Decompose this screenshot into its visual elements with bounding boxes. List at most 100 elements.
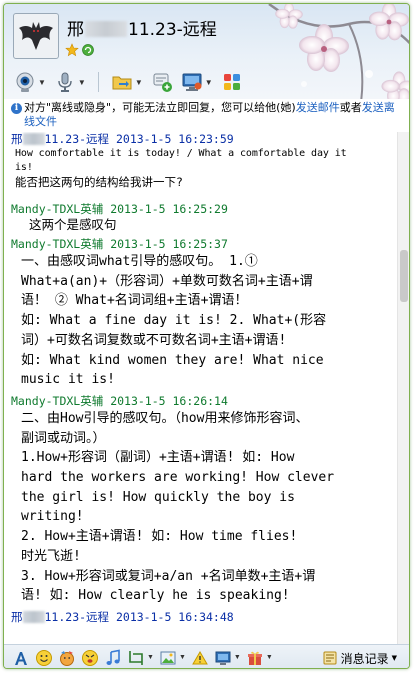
multi-send-icon[interactable] [191, 649, 209, 667]
message-line: How comfortable it is today! / What a co… [15, 148, 347, 159]
apps-icon [221, 71, 243, 93]
message-timestamp: 2013-1-5 16:34:48 [115, 609, 234, 624]
video-call-icon [14, 71, 36, 93]
screenshot-icon[interactable] [127, 649, 145, 667]
message-item: Mandy-TDXL英辅 2013-1-5 16:26:14 二、由How引导的… [11, 394, 397, 606]
emoticon-icon[interactable] [35, 649, 53, 667]
message-item: Mandy-TDXL英辅 2013-1-5 16:25:37 一、由感叹词wha… [11, 237, 397, 390]
message-line: 语! 如: How clearly he is speaking! [21, 588, 290, 604]
sender-name: Mandy-TDXL英辅 [11, 393, 104, 408]
message-line: 副词或动词。） [21, 430, 106, 446]
message-line: 3. How+形容词或复词+a/an +名词单数+主语+谓 [21, 568, 316, 584]
chevron-down-icon[interactable]: ▼ [78, 78, 86, 87]
top-toolbar: ▼ ▼ ▼ ▼ [12, 69, 245, 95]
message-history-button[interactable]: 消息记录 ▼ [322, 649, 397, 667]
voice-call-icon [54, 71, 76, 93]
message-text: 一、由感叹词what引导的感叹句。 1.① What+a(an)+（形容词）+单… [11, 252, 397, 390]
invite-chat-button[interactable] [149, 70, 175, 94]
apps-button[interactable] [219, 70, 245, 94]
scrollbar-thumb[interactable] [400, 250, 408, 302]
sender-redacted [22, 133, 45, 145]
message-line: 语！ ② What+名词词组+主语+谓语！ [21, 293, 248, 309]
sender-name: Mandy-TDXL英辅 [11, 202, 104, 216]
sender-name-prefix: 邢 [11, 609, 23, 624]
message-line: What+a(an)+（形容词）+单数可数名词+主语+谓 [21, 273, 313, 289]
info-icon: i [11, 103, 22, 114]
message-line: writing! [21, 509, 84, 525]
offline-notice: i 对方"离线或隐身"，可能无法立即回复，您可以给他(她)发送邮件或者发送离线文… [10, 101, 405, 131]
remote-desktop-icon [181, 71, 203, 93]
message-header: 邢 11.23-远程 2013-1-5 16:23:59 [11, 132, 397, 147]
chevron-down-icon[interactable]: ▼ [147, 654, 154, 661]
file-transfer-icon [111, 71, 133, 93]
message-line: is! [15, 162, 33, 173]
message-item: 邢 11.23-远程 2013-1-5 16:23:59 How comforta… [11, 132, 397, 190]
remote-desktop-button[interactable]: ▼ [179, 70, 215, 94]
status-icons [65, 43, 95, 57]
message-line: 能否把这两句的结构给我讲一下? [15, 175, 183, 189]
magic-emoticon-icon[interactable] [58, 649, 76, 667]
message-text: 这两个是感叹句 [11, 217, 397, 233]
remote-assist-icon[interactable] [214, 649, 232, 667]
sender-redacted [22, 610, 45, 623]
chevron-down-icon[interactable]: ▼ [135, 78, 143, 87]
message-line: 二、由How引导的感叹句。（how用来修饰形容词、 [21, 410, 309, 426]
online-status-icon[interactable] [81, 43, 95, 57]
message-scrollbar[interactable] [397, 132, 409, 644]
input-toolbar: ▼ ▼ ▼ ▼ 消息记录 ▼ [4, 644, 409, 668]
toolbar-divider [97, 72, 99, 92]
message-line: music it is! [21, 372, 115, 388]
message-line: hard the workers are working! How clever [21, 470, 335, 486]
message-header: Mandy-TDXL英辅 2013-1-5 16:25:37 [11, 237, 397, 252]
notice-or-text: 或者 [339, 101, 362, 114]
chevron-down-icon[interactable]: ▼ [392, 654, 397, 662]
title-suffix: 11.23-远程 [128, 20, 217, 40]
video-call-button[interactable]: ▼ [12, 70, 48, 94]
message-line: 这两个是感叹句 [29, 217, 117, 232]
header-blossom-decoration [268, 4, 409, 99]
message-timestamp: 2013-1-5 16:25:37 [110, 237, 228, 251]
send-email-link[interactable]: 发送邮件 [296, 101, 340, 114]
message-text: 二、由How引导的感叹句。（how用来修饰形容词、 副词或动词。） 1.How+… [11, 409, 397, 606]
invite-chat-icon [151, 71, 173, 93]
message-header: Mandy-TDXL英辅 2013-1-5 16:25:29 [11, 202, 397, 217]
message-line: 词）+可数名词复数或不可数名词+主语+谓语! [21, 332, 287, 348]
message-timestamp: 2013-1-5 16:25:29 [110, 202, 228, 216]
message-line: 时光飞逝! [21, 548, 81, 564]
message-header: 邢 11.23-远程 2013-1-5 16:34:48 [11, 610, 397, 625]
message-line: 如: What a fine day it is! 2. What+(形容 [21, 313, 327, 329]
sender-name-suffix: 11.23-远程 [44, 132, 110, 146]
message-line: 2. How+主语+谓语! 如: How time flies! [21, 529, 298, 545]
message-text: How comfortable it is today! / What a co… [11, 147, 397, 175]
title-redacted [85, 21, 127, 37]
chevron-down-icon[interactable]: ▼ [38, 78, 46, 87]
chevron-down-icon[interactable]: ▼ [179, 654, 186, 661]
gift-icon[interactable] [246, 649, 264, 667]
history-icon [322, 650, 338, 666]
contact-title: 邢 11.23-远程 [67, 15, 217, 40]
sender-name-prefix: 邢 [11, 132, 23, 146]
chat-window: 邢 11.23-远程 ▼ ▼ ▼ ▼ i 对方"离线或隐身"，可能无法立即回复，… [3, 3, 410, 669]
message-line: 1.How+形容词（副词）+主语+谓语! 如: How [21, 450, 295, 466]
message-history[interactable]: 邢 11.23-远程 2013-1-5 16:23:59 How comforta… [4, 132, 397, 644]
sender-name: Mandy-TDXL英辅 [11, 237, 104, 251]
message-line: 一、由感叹词what引导的感叹句。 1.① [21, 254, 258, 269]
message-item: Mandy-TDXL英辅 2013-1-5 16:25:29 这两个是感叹句 [11, 202, 397, 233]
font-icon[interactable] [12, 649, 30, 667]
contact-avatar[interactable] [13, 13, 59, 59]
music-icon[interactable] [104, 649, 122, 667]
history-label: 消息记录 [340, 651, 389, 666]
chevron-down-icon[interactable]: ▼ [234, 654, 241, 661]
bat-avatar-icon [19, 22, 53, 50]
notice-text: 对方"离线或隐身"，可能无法立即回复，您可以给他(她) [24, 101, 296, 114]
voice-call-button[interactable]: ▼ [52, 70, 88, 94]
star-level-icon[interactable] [65, 43, 79, 57]
chat-header: 邢 11.23-远程 ▼ ▼ ▼ ▼ [4, 4, 409, 99]
nudge-icon[interactable] [81, 649, 99, 667]
image-icon[interactable] [159, 649, 177, 667]
message-item: 邢 11.23-远程 2013-1-5 16:34:48 [11, 610, 397, 625]
chevron-down-icon[interactable]: ▼ [205, 78, 213, 87]
file-transfer-button[interactable]: ▼ [109, 70, 145, 94]
chevron-down-icon[interactable]: ▼ [266, 654, 273, 661]
message-header: Mandy-TDXL英辅 2013-1-5 16:26:14 [11, 394, 397, 409]
